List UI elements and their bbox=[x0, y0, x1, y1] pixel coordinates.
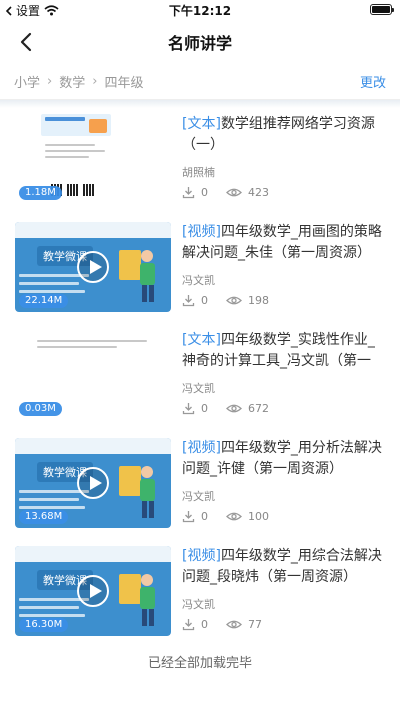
resource-title[interactable]: [文本]数学组推荐网络学习资源（一） bbox=[182, 114, 384, 156]
download-stat[interactable]: 0 bbox=[182, 294, 208, 307]
resource-author: 冯文凯 bbox=[182, 490, 215, 503]
resource-stats: 0 198 bbox=[182, 294, 287, 307]
resource-stats: 0 77 bbox=[182, 618, 280, 631]
play-button[interactable] bbox=[77, 251, 109, 283]
view-count: 77 bbox=[248, 618, 262, 631]
view-stat: 198 bbox=[226, 294, 269, 307]
resource-author: 胡照楠 bbox=[182, 166, 215, 179]
eye-icon bbox=[226, 620, 242, 629]
chevron-right-icon: › bbox=[47, 74, 53, 89]
download-stat[interactable]: 0 bbox=[182, 618, 208, 631]
video-thumbnail: 教学微课 22.14M bbox=[15, 222, 171, 312]
download-count: 0 bbox=[201, 618, 208, 631]
download-icon bbox=[182, 295, 195, 307]
video-thumbnail: 教学微课 16.30M bbox=[15, 546, 171, 636]
breadcrumb: 小学 › 数学 › 四年级 更改 bbox=[0, 64, 400, 100]
file-size-badge: 0.03M bbox=[19, 402, 62, 416]
resource-type-tag: [视频] bbox=[182, 224, 221, 240]
download-count: 0 bbox=[201, 186, 208, 199]
view-count: 198 bbox=[248, 294, 269, 307]
video-thumbnail: 教学微课 13.68M bbox=[15, 438, 171, 528]
battery-indicator bbox=[370, 4, 394, 15]
resource-stats: 0 100 bbox=[182, 510, 287, 523]
list-item[interactable]: 教学微课 13.68M [视频]四年级数学_用分析法解决问题_许健（第一周资源）… bbox=[0, 432, 400, 540]
view-count: 672 bbox=[248, 402, 269, 415]
view-count: 423 bbox=[248, 186, 269, 199]
view-stat: 672 bbox=[226, 402, 269, 415]
view-stat: 77 bbox=[226, 618, 262, 631]
list-item[interactable]: 教学微课 22.14M [视频]四年级数学_用画图的策略解决问题_朱佳（第一周资… bbox=[0, 216, 400, 324]
eye-icon bbox=[226, 512, 242, 521]
download-icon bbox=[182, 619, 195, 631]
resource-type-tag: [文本] bbox=[182, 116, 221, 132]
download-icon bbox=[182, 511, 195, 523]
download-count: 0 bbox=[201, 510, 208, 523]
list-item[interactable]: 0.03M [文本]四年级数学_实践性作业_神奇的计算工具_冯文凯（第一周资 冯… bbox=[0, 324, 400, 432]
resource-title[interactable]: [文本]四年级数学_实践性作业_神奇的计算工具_冯文凯（第一周资 bbox=[182, 330, 384, 372]
play-button[interactable] bbox=[77, 467, 109, 499]
teacher-illustration-icon bbox=[119, 574, 155, 626]
doc-thumbnail: 1.18M bbox=[15, 114, 171, 204]
nav-bar: 名师讲学 bbox=[0, 20, 400, 64]
end-of-list-text: 已经全部加载完毕 bbox=[147, 656, 252, 671]
resource-author: 冯文凯 bbox=[182, 274, 215, 287]
resource-title[interactable]: [视频]四年级数学_用综合法解决问题_段晓炜（第一周资源） bbox=[182, 546, 384, 588]
battery-fill bbox=[372, 6, 390, 13]
breadcrumb-item-grade-level[interactable]: 小学 bbox=[14, 72, 40, 91]
resource-type-tag: [视频] bbox=[182, 440, 221, 456]
divider bbox=[0, 100, 400, 108]
list-item[interactable]: 教学微课 16.30M [视频]四年级数学_用综合法解决问题_段晓炜（第一周资源… bbox=[0, 540, 400, 648]
download-count: 0 bbox=[201, 294, 208, 307]
list-item[interactable]: 1.18M [文本]数学组推荐网络学习资源（一） 胡照楠 0 423 bbox=[0, 108, 400, 216]
page-title: 名师讲学 bbox=[167, 34, 232, 53]
download-stat[interactable]: 0 bbox=[182, 510, 208, 523]
battery-icon bbox=[370, 4, 394, 15]
download-count: 0 bbox=[201, 402, 208, 415]
resource-title[interactable]: [视频]四年级数学_用分析法解决问题_许健（第一周资源） bbox=[182, 438, 384, 480]
qr-code-icon bbox=[83, 184, 95, 196]
download-icon bbox=[182, 187, 195, 199]
status-bar: 设置 下午12:12 bbox=[0, 0, 400, 20]
change-button[interactable]: 更改 bbox=[360, 72, 386, 91]
eye-icon bbox=[226, 404, 242, 413]
chevron-right-icon: › bbox=[92, 74, 98, 89]
file-size-badge: 16.30M bbox=[19, 618, 69, 632]
download-icon bbox=[182, 403, 195, 415]
play-button[interactable] bbox=[77, 575, 109, 607]
resource-type-tag: [视频] bbox=[182, 548, 221, 564]
resource-author: 冯文凯 bbox=[182, 598, 215, 611]
resource-author: 冯文凯 bbox=[182, 382, 215, 395]
download-stat[interactable]: 0 bbox=[182, 402, 208, 415]
breadcrumb-item-grade[interactable]: 四年级 bbox=[104, 72, 143, 91]
doc-thumbnail: 0.03M bbox=[15, 330, 171, 420]
file-size-badge: 13.68M bbox=[19, 510, 69, 524]
status-time: 下午12:12 bbox=[168, 4, 232, 18]
view-stat: 423 bbox=[226, 186, 269, 199]
teacher-illustration-icon bbox=[119, 466, 155, 518]
eye-icon bbox=[226, 188, 242, 197]
eye-icon bbox=[226, 296, 242, 305]
view-stat: 100 bbox=[226, 510, 269, 523]
teacher-illustration-icon bbox=[119, 250, 155, 302]
resource-stats: 0 672 bbox=[182, 402, 287, 415]
view-count: 100 bbox=[248, 510, 269, 523]
resource-type-tag: [文本] bbox=[182, 332, 221, 348]
resource-stats: 0 423 bbox=[182, 186, 287, 199]
qr-code-icon bbox=[67, 184, 79, 196]
breadcrumb-item-subject[interactable]: 数学 bbox=[59, 72, 85, 91]
file-size-badge: 1.18M bbox=[19, 186, 62, 200]
resource-title[interactable]: [视频]四年级数学_用画图的策略解决问题_朱佳（第一周资源） bbox=[182, 222, 384, 264]
file-size-badge: 22.14M bbox=[19, 294, 69, 308]
download-stat[interactable]: 0 bbox=[182, 186, 208, 199]
